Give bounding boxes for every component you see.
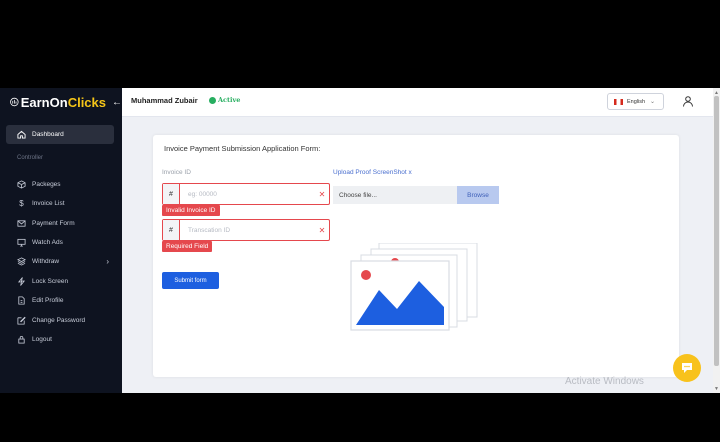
invoice-id-error: Invalid Invoice ID xyxy=(162,205,220,216)
hash-prefix: # xyxy=(163,184,180,204)
submit-button[interactable]: Submit form xyxy=(162,272,219,289)
brand-name-part1: EarnOn xyxy=(20,94,68,110)
sidebar-item-label: Dashboard xyxy=(32,131,64,138)
sidebar-item-watch-ads[interactable]: Watch Ads xyxy=(17,236,109,248)
sidebar-item-payment-form[interactable]: Payment Form xyxy=(17,217,109,229)
transaction-id-error: Required Field xyxy=(162,241,213,252)
chevron-down-icon: ⌄ xyxy=(650,99,656,105)
sidebar-item-packeges[interactable]: Packeges xyxy=(17,178,109,190)
hash-prefix: # xyxy=(163,220,180,240)
sidebar: EarnOn Clicks ← Dashboard Controller Pack… xyxy=(0,88,122,393)
sidebar-item-edit-profile[interactable]: Edit Profile xyxy=(17,294,109,306)
sidebar-item-label: Watch Ads xyxy=(32,238,63,246)
sidebar-item-label: Logout xyxy=(32,335,52,343)
sidebar-item-dashboard[interactable]: Dashboard xyxy=(6,125,114,144)
flag-icon xyxy=(614,98,623,105)
dollar-icon: $ xyxy=(19,198,24,208)
invoice-form-card: Invoice Payment Submission Application F… xyxy=(153,135,679,377)
status-badge: Active xyxy=(209,96,240,104)
error-x-icon: ✕ xyxy=(318,189,326,199)
error-x-icon: ✕ xyxy=(318,225,326,235)
arrow-left-icon[interactable]: ← xyxy=(112,97,122,108)
file-input[interactable]: Choose file... xyxy=(333,186,457,204)
transaction-id-group: # ✕ xyxy=(162,219,330,241)
file-icon xyxy=(17,295,26,305)
transaction-id-input[interactable] xyxy=(180,220,315,240)
lock-icon xyxy=(17,335,26,344)
status-label: Active xyxy=(218,96,241,104)
invoice-id-label: Invoice ID xyxy=(162,169,191,176)
top-header: Muhammad Zubair Active English ⌄ xyxy=(122,88,714,117)
chevron-right-icon: › xyxy=(106,256,109,266)
sidebar-item-invoice-list[interactable]: $ Invoice List xyxy=(17,197,109,209)
app-window: EarnOn Clicks ← Dashboard Controller Pack… xyxy=(0,88,720,393)
file-upload[interactable]: Choose file... Browse xyxy=(333,186,499,204)
sidebar-item-label: Payment Form xyxy=(32,219,75,227)
mail-icon xyxy=(17,219,26,228)
activate-windows-watermark: Activate Windows xyxy=(565,376,644,387)
bolt-icon xyxy=(17,276,26,286)
sidebar-item-withdraw[interactable]: Withdraw › xyxy=(17,255,109,267)
scroll-down-icon[interactable]: ▼ xyxy=(714,386,719,392)
layers-icon xyxy=(17,256,26,266)
cube-icon xyxy=(17,179,26,189)
user-name: Muhammad Zubair xyxy=(131,96,198,105)
user-icon[interactable] xyxy=(682,95,694,107)
sidebar-item-label: Packeges xyxy=(32,180,61,188)
sidebar-item-lock-screen[interactable]: Lock Screen xyxy=(17,275,109,287)
sidebar-item-label: Lock Screen xyxy=(32,277,69,285)
chat-button[interactable] xyxy=(673,354,701,382)
invoice-id-input[interactable] xyxy=(180,184,315,204)
page-scrollbar[interactable]: ▲ ▼ xyxy=(713,88,720,393)
edit-icon xyxy=(17,316,26,325)
invoice-id-group: # ✕ xyxy=(162,183,330,205)
sidebar-item-label: Change Password xyxy=(32,316,86,324)
brand-name-part2: Clicks xyxy=(67,94,106,110)
image-placeholder-icon xyxy=(350,243,478,331)
brand-logo[interactable]: EarnOn Clicks ← xyxy=(0,88,122,116)
chat-icon xyxy=(682,363,692,373)
monitor-icon xyxy=(17,238,26,247)
form-title: Invoice Payment Submission Application F… xyxy=(164,144,321,153)
logo-icon xyxy=(10,97,19,107)
sidebar-item-logout[interactable]: Logout xyxy=(17,333,109,345)
sidebar-item-label: Edit Profile xyxy=(32,296,64,304)
sidebar-item-label: Withdraw xyxy=(32,257,60,265)
sidebar-item-change-password[interactable]: Change Password xyxy=(17,314,109,326)
status-dot-icon xyxy=(209,96,216,104)
home-icon xyxy=(17,130,26,139)
sidebar-item-label: Invoice List xyxy=(32,199,65,207)
sidebar-section-title: Controller xyxy=(17,155,44,161)
browse-button[interactable]: Browse xyxy=(457,186,499,204)
language-label: English xyxy=(627,98,646,105)
upload-proof-label[interactable]: Upload Proof ScreenShot x xyxy=(333,169,412,176)
language-selector[interactable]: English ⌄ xyxy=(607,93,664,110)
scrollbar-thumb[interactable] xyxy=(714,96,719,366)
